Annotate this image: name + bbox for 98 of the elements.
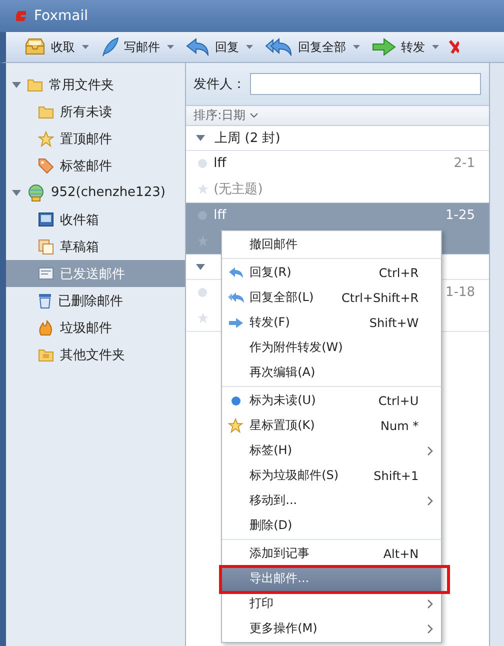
mail-date: 2-1 [454, 156, 476, 172]
tray-icon [24, 38, 46, 56]
group-label: 上周 (2 封) [214, 130, 280, 147]
search-field[interactable] [250, 73, 482, 95]
sidebar-item[interactable]: 已删除邮件 [6, 287, 185, 314]
item-label: 其他文件夹 [60, 346, 125, 364]
menu-item[interactable]: 撤回邮件 [222, 232, 441, 257]
menu-item[interactable]: 星标置顶(K) Num * [222, 413, 441, 438]
shortcut-label: Num * [380, 418, 419, 432]
mail-date: 1-18 [446, 285, 476, 300]
sidebar-item[interactable]: 标签邮件 [6, 152, 185, 179]
unread-dot-icon [198, 159, 208, 168]
drafts-icon [38, 238, 54, 254]
menu-item[interactable]: 导出邮件... [222, 566, 441, 591]
folder-icon [38, 104, 54, 118]
sidebar-item[interactable]: 其他文件夹 [6, 341, 185, 368]
item-label: 已发送邮件 [60, 266, 125, 282]
caret-icon [432, 45, 439, 49]
toolbar-button[interactable]: 写邮件 [99, 35, 176, 59]
menu-item[interactable]: 更多操作(M) [222, 616, 441, 641]
collapse-icon[interactable] [12, 80, 21, 88]
sidebar-item[interactable]: 置顶邮件 [6, 125, 185, 152]
menu-item[interactable]: 回复全部(L) Ctrl+Shift+R [222, 285, 441, 310]
star-icon [38, 130, 54, 146]
caret-icon [246, 45, 253, 49]
toolbar-button[interactable]: 回复全部 [263, 36, 362, 58]
sort-header[interactable]: 排序:日期 [186, 106, 490, 126]
close-icon[interactable] [449, 38, 459, 56]
unread-dot-icon [198, 288, 208, 298]
trash-icon [38, 292, 52, 308]
sidebar-item[interactable]: 收件箱 [6, 206, 185, 233]
caret-icon [167, 45, 174, 49]
toolbar-button[interactable]: 收取 [22, 36, 91, 58]
star-icon [228, 418, 244, 433]
menu-item[interactable]: 添加到记事 Alt+N [222, 541, 441, 566]
caret-icon [82, 45, 89, 49]
reply-all-icon [265, 38, 293, 56]
dot-icon [230, 396, 241, 406]
group-label: 952(chenzhe123) [50, 185, 166, 200]
menu-item[interactable]: 回复(R) Ctrl+R [222, 260, 441, 285]
reply-all-icon [226, 292, 245, 304]
collapse-icon[interactable] [196, 263, 205, 271]
menu-item[interactable]: 标为垃圾邮件(S) Shift+1 [222, 463, 441, 488]
item-label: 标签邮件 [60, 158, 112, 174]
item-label: 已删除邮件 [58, 292, 123, 310]
item-label: 垃圾邮件 [60, 320, 112, 336]
reply-icon [228, 266, 244, 278]
menu-item[interactable]: 转发(F) Shift+W [222, 310, 441, 335]
feather-icon [101, 37, 119, 57]
mail-sender: lff [214, 208, 226, 224]
shortcut-label: Ctrl+Shift+R [342, 290, 419, 304]
chevron-icon [250, 113, 258, 118]
menu-item[interactable]: 删除(D) [222, 513, 441, 538]
sent-icon [38, 267, 54, 280]
sidebar-group[interactable]: 常用文件夹 [6, 71, 185, 98]
shortcut-label: Ctrl+U [378, 394, 419, 408]
collapse-icon[interactable] [196, 134, 205, 142]
sidebar-group[interactable]: 952(chenzhe123) [6, 179, 185, 206]
forward-icon [372, 38, 396, 56]
item-label: 置顶邮件 [60, 130, 112, 148]
collapse-icon[interactable] [12, 188, 21, 196]
mail-date: 1-25 [446, 208, 476, 224]
reply-icon [186, 38, 210, 56]
flame-icon [38, 320, 54, 336]
toolbar-button[interactable]: 回复 [184, 36, 255, 58]
menu-item[interactable]: 打印 [222, 591, 441, 616]
shortcut-label: Shift+W [369, 316, 419, 330]
menu-item[interactable]: 标签(H) [222, 438, 441, 463]
item-label: 草稿箱 [60, 238, 99, 256]
sidebar-item[interactable]: 草稿箱 [6, 233, 185, 260]
toolbar-button[interactable]: 转发 [370, 36, 441, 58]
menu-item[interactable]: 再次编辑(A) [222, 360, 441, 385]
group-label: 常用文件夹 [48, 76, 114, 94]
shortcut-label: Ctrl+R [378, 266, 419, 280]
item-label: 收件箱 [60, 212, 99, 228]
tag-icon [38, 158, 54, 174]
star-icon [196, 183, 209, 196]
sidebar-item[interactable]: 垃圾邮件 [6, 314, 185, 341]
inbox-icon [38, 212, 54, 227]
mail-sender: lff [214, 156, 226, 172]
group-header[interactable]: 上周 (2 封) [186, 126, 490, 151]
shortcut-label: Alt+N [383, 546, 419, 560]
item-label: 所有未读 [60, 104, 112, 120]
menu-item[interactable]: 作为附件转发(W) [222, 335, 441, 360]
folder-icon [38, 348, 54, 362]
shortcut-label: Shift+1 [374, 468, 419, 482]
field-label: 发件人： [194, 76, 246, 93]
window-title: Foxmail [34, 8, 88, 24]
folder-icon [26, 78, 43, 92]
star-icon [196, 312, 209, 324]
forward-icon [228, 316, 244, 328]
menu-item[interactable]: 标为未读(U) Ctrl+U [222, 388, 441, 413]
sidebar-item[interactable]: 所有未读 [6, 98, 185, 125]
caret-icon [353, 45, 360, 49]
globe-user-icon [26, 184, 45, 202]
app-logo-icon [14, 9, 28, 23]
mail-subject: (无主题) [214, 182, 263, 198]
menu-item[interactable]: 移动到... [222, 488, 441, 513]
